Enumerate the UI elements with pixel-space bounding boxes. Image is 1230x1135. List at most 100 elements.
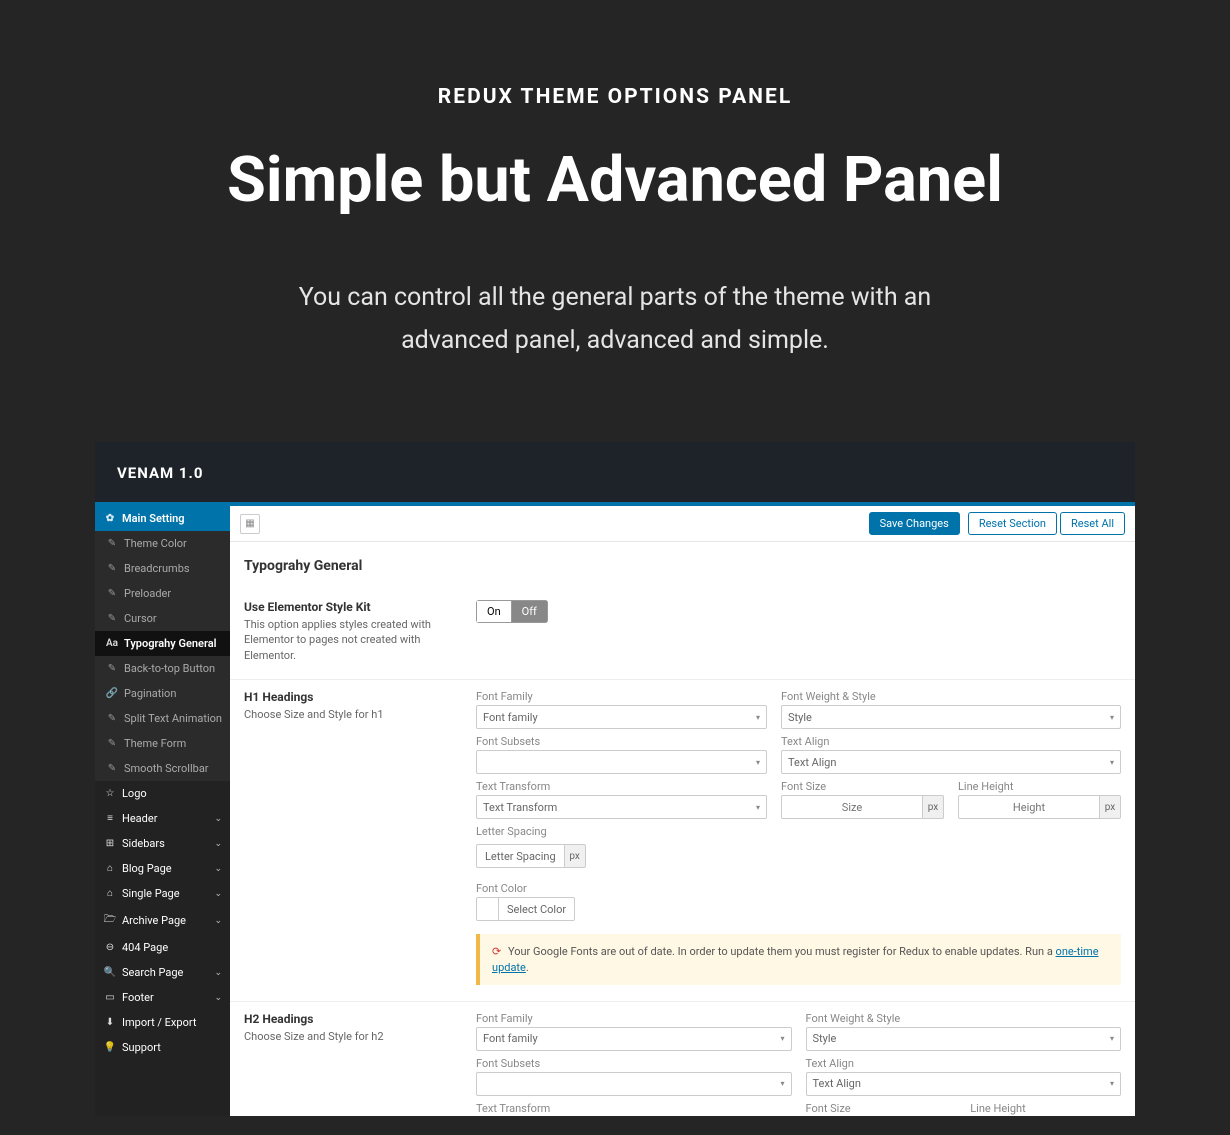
sidebar-section-logo[interactable]: ☆Logo xyxy=(95,781,230,806)
chevron-down-icon: ⌄ xyxy=(214,864,222,874)
section-icon: ☆ xyxy=(103,788,117,799)
reset-all-button[interactable]: Reset All xyxy=(1060,512,1125,535)
unit-px: px xyxy=(1099,795,1121,819)
notice-text: Your Google Fonts are out of date. In or… xyxy=(508,945,1056,958)
font-subsets-select[interactable] xyxy=(476,1072,792,1096)
sidebar-label: Breadcrumbs xyxy=(124,562,222,575)
font-weight-label: Font Weight & Style xyxy=(781,690,1121,703)
sidebar-section-header[interactable]: ≡Header⌄ xyxy=(95,806,230,831)
font-subsets-label: Font Subsets xyxy=(476,735,767,748)
color-swatch xyxy=(477,898,499,920)
hero-description: You can control all the general parts of… xyxy=(255,277,975,362)
section-icon: ▭ xyxy=(103,992,117,1003)
section-icon: 🗁 xyxy=(103,912,117,929)
sidebar-main-setting[interactable]: ✿ Main Setting xyxy=(95,506,230,531)
sidebar-item-theme-form[interactable]: ✎Theme Form xyxy=(95,731,230,756)
field-label: Use Elementor Style Kit xyxy=(244,600,460,614)
sidebar-section-blog-page[interactable]: ⌂ Blog Page⌄ xyxy=(95,856,230,881)
warning-icon: ⟳ xyxy=(492,945,501,958)
select-color-label: Select Color xyxy=(499,898,574,920)
hero-eyebrow: REDUX THEME OPTIONS PANEL xyxy=(60,85,1170,109)
section-icon: ⌂ xyxy=(103,863,117,874)
font-subsets-select[interactable] xyxy=(476,750,767,774)
edit-icon: ✎ xyxy=(105,563,119,574)
sidebar-item-breadcrumbs[interactable]: ✎ Breadcrumbs xyxy=(95,556,230,581)
edit-icon: ✎ xyxy=(105,588,119,599)
sidebar-label: Theme Color xyxy=(124,537,222,550)
font-weight-label: Font Weight & Style xyxy=(806,1012,1122,1025)
sidebar-section-archive-page[interactable]: 🗁Archive Page⌄ xyxy=(95,906,230,935)
text-align-select[interactable]: Text Align xyxy=(806,1072,1122,1096)
line-height-label: Line Height xyxy=(970,1102,1121,1115)
color-picker[interactable]: Select Color xyxy=(476,897,575,921)
field-elementor-kit: Use Elementor Style Kit This option appl… xyxy=(230,590,1135,680)
toggle-off[interactable]: Off xyxy=(511,600,548,623)
hero-section: REDUX THEME OPTIONS PANEL Simple but Adv… xyxy=(0,0,1230,442)
sidebar-label: Search Page xyxy=(122,966,214,979)
sidebar-section-support[interactable]: 💡Support xyxy=(95,1035,230,1060)
sidebar-section-sidebars[interactable]: ⊞Sidebars⌄ xyxy=(95,831,230,856)
font-size-input[interactable] xyxy=(781,795,922,819)
sidebar-label: Header xyxy=(122,812,214,825)
text-transform-label: Text Transform xyxy=(476,780,767,793)
sidebar-label: 404 Page xyxy=(122,941,222,954)
font-family-select[interactable]: Font family xyxy=(476,1027,792,1051)
sidebar-section-footer[interactable]: ▭Footer⌄ xyxy=(95,985,230,1010)
sidebar-label: Preloader xyxy=(124,587,222,600)
sidebar-label: Blog Page xyxy=(122,862,214,875)
chevron-down-icon: ⌄ xyxy=(214,889,222,899)
font-family-select[interactable]: Font family xyxy=(476,705,767,729)
panel-title: VENAM 1.0 xyxy=(95,442,1135,502)
field-description: This option applies styles created with … xyxy=(244,617,460,663)
text-align-select[interactable]: Text Align xyxy=(781,750,1121,774)
save-button[interactable]: Save Changes xyxy=(869,512,960,535)
sidebar-label: Back-to-top Button xyxy=(124,662,222,675)
font-weight-select[interactable]: Style xyxy=(806,1027,1122,1051)
edit-icon: ✎ xyxy=(105,538,119,549)
field-h1-headings: H1 Headings Choose Size and Style for h1… xyxy=(230,680,1135,1002)
chevron-down-icon: ⌄ xyxy=(214,968,222,978)
sidebar-item-theme-color[interactable]: ✎ Theme Color xyxy=(95,531,230,556)
toggle-on[interactable]: On xyxy=(476,600,511,623)
sidebar-section-404-page[interactable]: ⊖ 404 Page xyxy=(95,935,230,960)
expand-icon[interactable]: ▦ xyxy=(240,514,260,534)
sidebar-section-single-page[interactable]: ⌂Single Page⌄ xyxy=(95,881,230,906)
field-description: Choose Size and Style for h2 xyxy=(244,1029,460,1044)
font-size-label: Font Size xyxy=(781,780,944,793)
font-weight-select[interactable]: Style xyxy=(781,705,1121,729)
sidebar-label: Pagination xyxy=(124,687,222,700)
sidebar-item-typograhy-general[interactable]: AaTypograhy General xyxy=(95,631,230,656)
text-transform-select[interactable]: Text Transform xyxy=(476,795,767,819)
sidebar-section-import--export[interactable]: ⬇Import / Export xyxy=(95,1010,230,1035)
letter-spacing-input[interactable]: Letter Spacing xyxy=(476,844,564,868)
field-label: H2 Headings xyxy=(244,1012,460,1026)
sidebar-label: Import / Export xyxy=(122,1016,222,1029)
reset-section-button[interactable]: Reset Section xyxy=(968,512,1057,535)
topbar: ▦ Save Changes Reset Section Reset All xyxy=(230,506,1135,542)
sidebar-item-smooth-scrollbar[interactable]: ✎Smooth Scrollbar xyxy=(95,756,230,781)
sidebar-item-cursor[interactable]: ✎Cursor xyxy=(95,606,230,631)
sidebar-label: Footer xyxy=(122,991,214,1004)
line-height-input[interactable] xyxy=(958,795,1099,819)
line-height-label: Line Height xyxy=(958,780,1121,793)
edit-icon: Aa xyxy=(105,638,119,649)
chevron-down-icon: ⌄ xyxy=(214,814,222,824)
sidebar-item-preloader[interactable]: ✎ Preloader xyxy=(95,581,230,606)
field-h2-headings: H2 Headings Choose Size and Style for h2… xyxy=(230,1002,1135,1116)
sidebar-item-split-text-animation[interactable]: ✎Split Text Animation xyxy=(95,706,230,731)
font-color-label: Font Color xyxy=(476,882,767,895)
sidebar-label: Smooth Scrollbar xyxy=(124,762,222,775)
sidebar-label: Support xyxy=(122,1041,222,1054)
section-icon: ⊖ xyxy=(103,942,117,953)
sidebar-item-back-to-top-button[interactable]: ✎Back-to-top Button xyxy=(95,656,230,681)
text-align-label: Text Align xyxy=(806,1057,1122,1070)
text-align-label: Text Align xyxy=(781,735,1121,748)
toggle-elementor[interactable]: On Off xyxy=(476,600,548,623)
sidebar-section-search-page[interactable]: 🔍Search Page⌄ xyxy=(95,960,230,985)
content-area: ▦ Save Changes Reset Section Reset All T… xyxy=(230,506,1135,1116)
field-label: H1 Headings xyxy=(244,690,460,704)
letter-spacing-label: Letter Spacing xyxy=(476,825,767,838)
sidebar-label: Split Text Animation xyxy=(124,712,222,725)
sidebar-label: Archive Page xyxy=(122,914,214,927)
sidebar-item-pagination[interactable]: 🔗Pagination xyxy=(95,681,230,706)
